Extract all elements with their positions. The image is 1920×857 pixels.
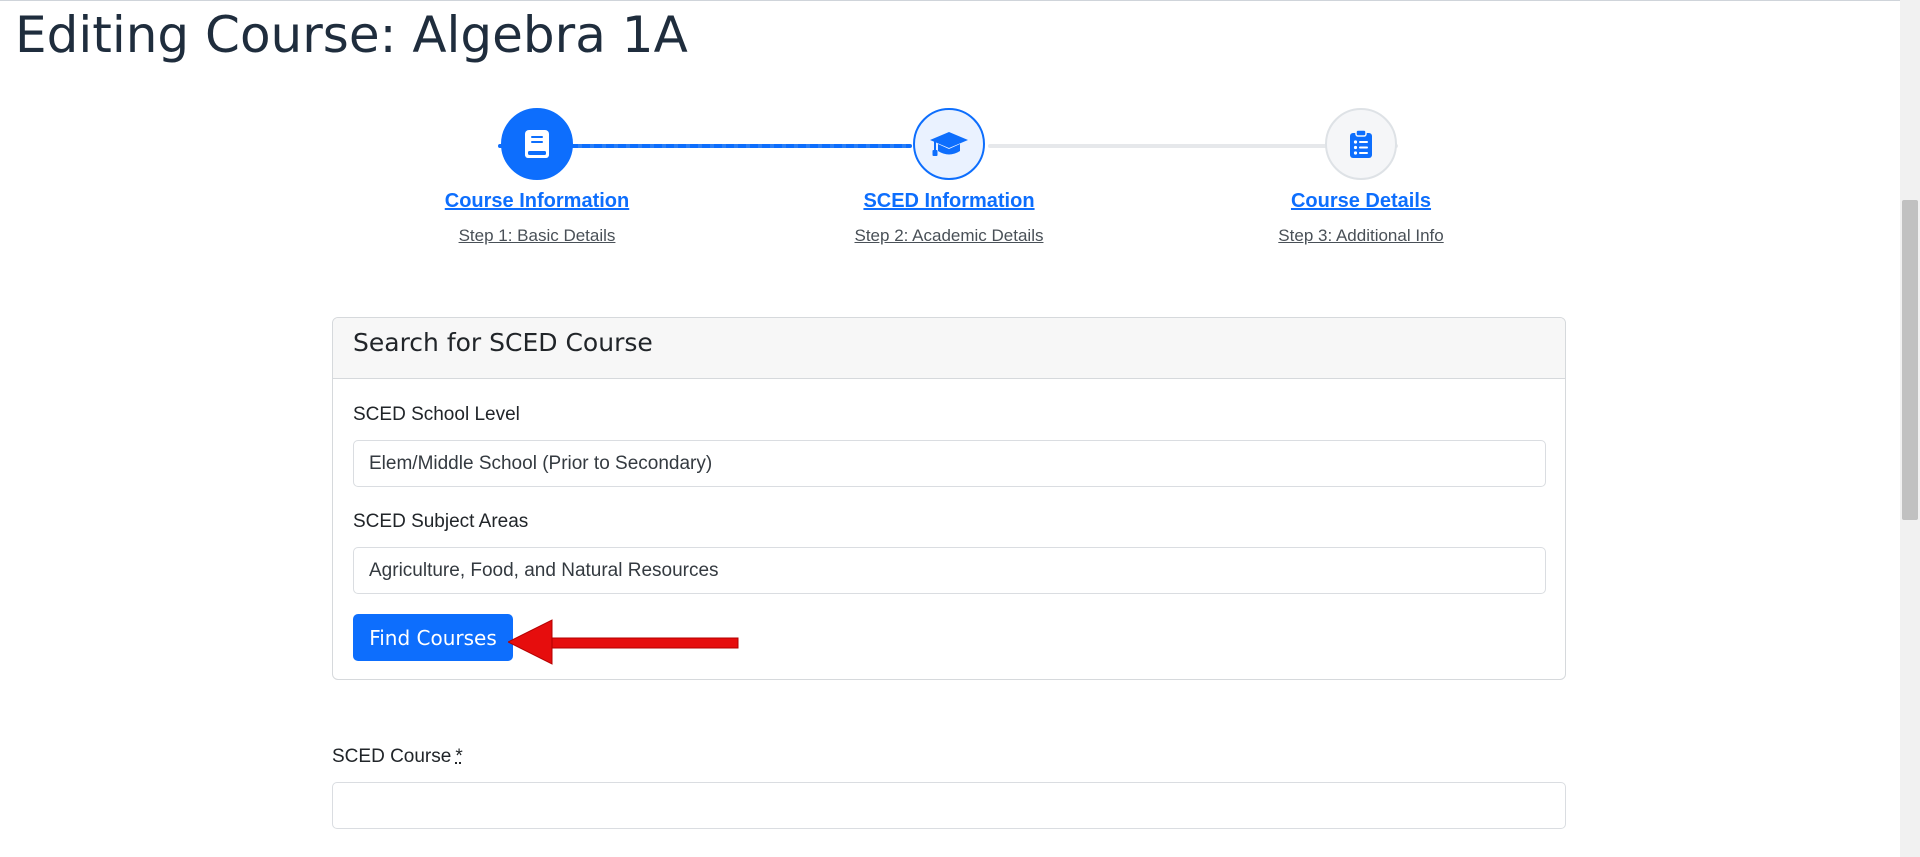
step-3-subtitle-link[interactable]: Step 3: Additional Info	[1231, 226, 1491, 246]
step-3-circle[interactable]	[1325, 108, 1397, 180]
course-stepper: Course Information Step 1: Basic Details…	[0, 0, 1900, 270]
step-course-information[interactable]: Course Information Step 1: Basic Details	[407, 108, 667, 246]
sced-course-select[interactable]	[332, 782, 1566, 829]
subject-areas-select[interactable]: Agriculture, Food, and Natural Resources	[353, 547, 1546, 594]
step-course-details[interactable]: Course Details Step 3: Additional Info	[1231, 108, 1491, 246]
step-1-subtitle-link[interactable]: Step 1: Basic Details	[407, 226, 667, 246]
step-2-title-link[interactable]: SCED Information	[819, 190, 1079, 213]
find-courses-button[interactable]: Find Courses	[353, 614, 513, 661]
school-level-select[interactable]: Elem/Middle School (Prior to Secondary)	[353, 440, 1546, 487]
step-sced-information[interactable]: SCED Information Step 2: Academic Detail…	[819, 108, 1079, 246]
clipboard-list-icon	[1350, 129, 1372, 158]
card-header: Search for SCED Course	[333, 318, 1565, 379]
sced-course-label: SCED Course *	[332, 746, 463, 768]
step-2-circle[interactable]	[913, 108, 985, 180]
subject-areas-label: SCED Subject Areas	[353, 511, 529, 532]
sced-course-label-text: SCED Course	[332, 746, 452, 767]
step-1-title-link[interactable]: Course Information	[407, 190, 667, 213]
step-2-subtitle-link[interactable]: Step 2: Academic Details	[819, 226, 1079, 246]
step-3-title-link[interactable]: Course Details	[1231, 190, 1491, 213]
step-1-circle[interactable]	[501, 108, 573, 180]
school-level-label: SCED School Level	[353, 404, 520, 425]
graduation-cap-icon	[930, 132, 968, 156]
red-arrow-annotation	[508, 619, 739, 665]
book-icon	[525, 130, 549, 158]
card-title: Search for SCED Course	[353, 328, 653, 357]
scrollbar-thumb[interactable]	[1902, 200, 1918, 520]
required-indicator: *	[455, 746, 463, 767]
